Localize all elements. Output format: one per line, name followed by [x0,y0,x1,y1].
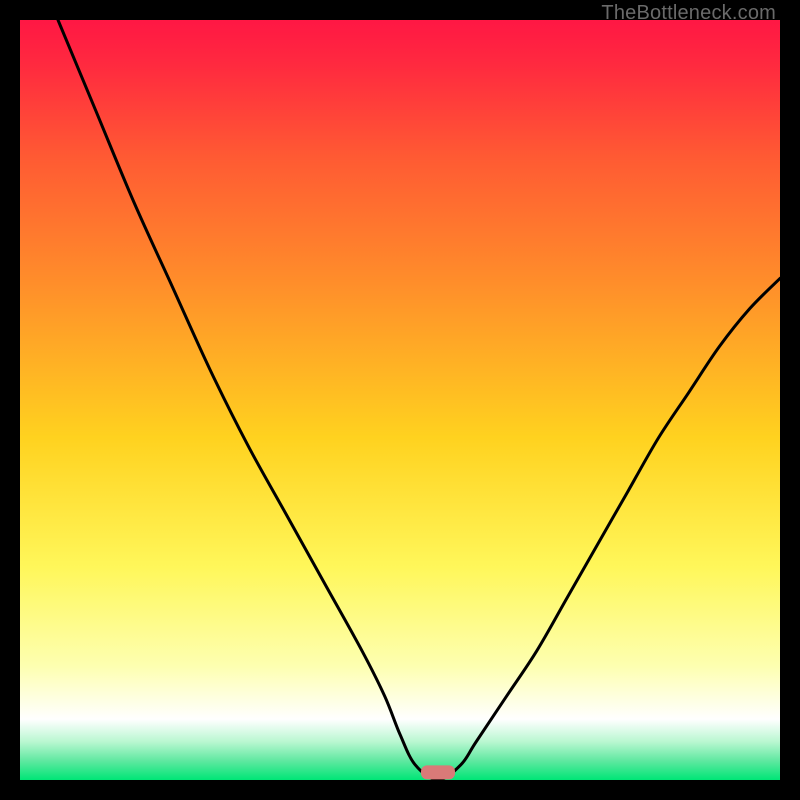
chart-svg [20,20,780,780]
gradient-plot-area [20,20,780,780]
optimal-marker [421,765,455,779]
watermark-text: TheBottleneck.com [601,2,776,25]
chart-frame [20,20,780,780]
